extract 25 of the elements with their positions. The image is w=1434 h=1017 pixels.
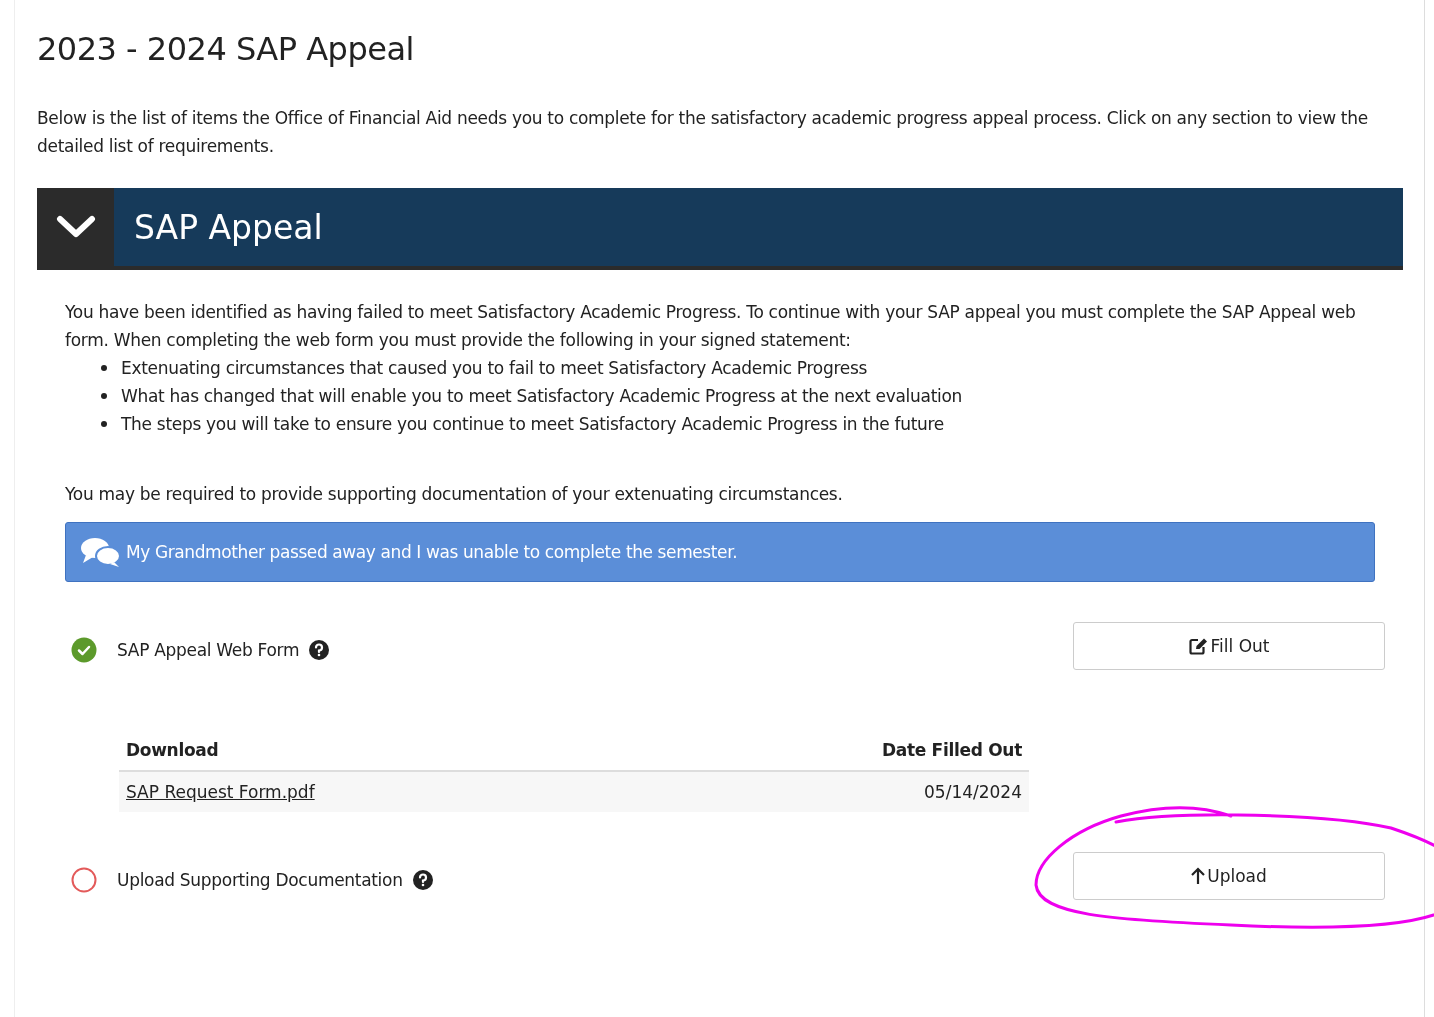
arrow-up-icon — [1191, 867, 1206, 885]
fill-out-button[interactable]: Fill Out — [1073, 622, 1385, 670]
description-text: You have been identified as having failed to meet Satisfactory Academic Progress. To continue with your SAP appeal you must complete the SAP Appeal web form. When completing the web form you must provide the following in your signed statement: — [65, 301, 1357, 352]
chevron-icon[interactable] — [37, 188, 114, 266]
edit-icon — [1188, 637, 1209, 655]
item-label: Upload Supporting Documentation — [117, 870, 403, 890]
bullet-icon — [101, 421, 107, 427]
help-icon[interactable] — [309, 640, 330, 660]
upload-button[interactable]: Upload — [1073, 852, 1385, 900]
section-header[interactable]: SAP Appeal — [37, 188, 1403, 270]
bullet-icon — [101, 393, 107, 399]
comment-text: My Grandmother passed away and I was unable to complete the semester. — [126, 542, 738, 562]
page-title: 2023 - 2024 SAP Appeal — [37, 29, 415, 68]
note-text: You may be required to provide supporting documentation of your extenuating circumstances. — [65, 483, 844, 506]
help-icon[interactable] — [412, 870, 433, 890]
section-title: SAP Appeal — [134, 207, 323, 247]
chat-bubbles-icon — [80, 536, 122, 568]
bullet-icon — [101, 365, 107, 371]
item-label: SAP Appeal Web Form — [117, 640, 300, 660]
intro-text: Below is the list of items the Office of Financial Aid needs you to complete for the satisfactory academic progress appeal process. Click on any section to view the detailed list of requirements. — [37, 107, 1369, 158]
bullet-text: The steps you will take to ensure you continue to meet Satisfactory Academic Progress in the future — [121, 413, 944, 436]
bullet-text: What has changed that will enable you to meet Satisfactory Academic Progress at the next evaluation — [121, 385, 962, 408]
file-link[interactable]: SAP Request Form.pdf — [126, 782, 315, 802]
bullet-text: Extenuating circumstances that caused you to fail to meet Satisfactory Academic Progress — [121, 357, 867, 380]
date-cell: 05/14/2024 — [635, 771, 1029, 812]
